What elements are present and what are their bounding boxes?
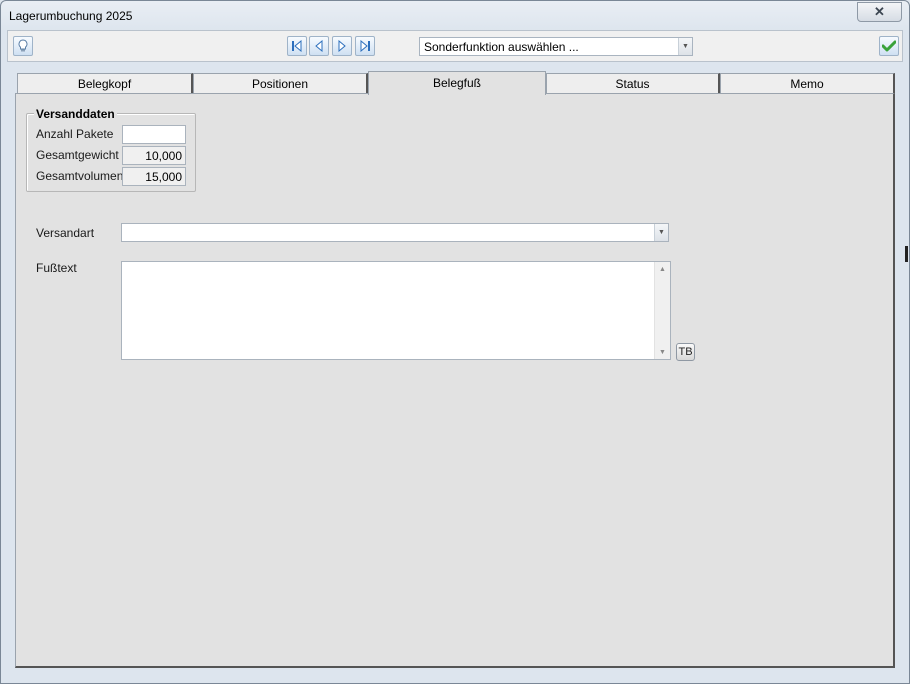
confirm-button[interactable] bbox=[879, 36, 899, 56]
tab-belegfuss[interactable]: Belegfuß bbox=[368, 71, 546, 95]
tab-label: Memo bbox=[790, 77, 824, 91]
close-icon: ✕ bbox=[874, 4, 885, 19]
main-window: Lagerumbuchung 2025 ✕ Sonderfunktion aus… bbox=[0, 0, 910, 684]
last-record-icon bbox=[360, 40, 370, 52]
next-record-button[interactable] bbox=[332, 36, 352, 56]
tab-label: Status bbox=[615, 77, 650, 91]
gesamtvolumen-label: Gesamtvolumen bbox=[36, 169, 124, 183]
anzahl-pakete-label: Anzahl Pakete bbox=[36, 127, 114, 141]
last-record-button[interactable] bbox=[355, 36, 375, 56]
tab-positionen[interactable]: Positionen bbox=[193, 73, 368, 94]
toolbar: Sonderfunktion auswählen ... ▼ bbox=[7, 30, 903, 62]
fusstext-textarea[interactable]: ▲ ▼ bbox=[121, 261, 671, 360]
next-record-icon bbox=[338, 40, 346, 52]
first-record-icon bbox=[292, 40, 302, 52]
splitter-handle[interactable] bbox=[905, 246, 908, 262]
help-button[interactable] bbox=[13, 36, 33, 56]
scroll-up-icon[interactable]: ▲ bbox=[655, 262, 670, 276]
special-function-select[interactable]: Sonderfunktion auswählen ... ▼ bbox=[419, 37, 693, 56]
anzahl-pakete-input[interactable] bbox=[122, 125, 186, 144]
special-function-value: Sonderfunktion auswählen ... bbox=[424, 40, 579, 54]
gesamtvolumen-field: 15,000 bbox=[122, 167, 186, 186]
tab-memo[interactable]: Memo bbox=[720, 73, 895, 94]
special-function-dropdown-button[interactable]: ▼ bbox=[678, 38, 692, 55]
chevron-down-icon: ▼ bbox=[682, 43, 689, 50]
gesamtgewicht-field: 10,000 bbox=[122, 146, 186, 165]
tab-belegkopf[interactable]: Belegkopf bbox=[17, 73, 193, 94]
tab-bar: Belegkopf Positionen Belegfuß Status Mem… bbox=[17, 71, 895, 95]
versandart-dropdown-button[interactable]: ▼ bbox=[654, 224, 668, 241]
textbaustein-button[interactable]: TB bbox=[676, 343, 695, 361]
fusstext-scrollbar[interactable]: ▲ ▼ bbox=[654, 262, 670, 359]
versanddaten-group: Versanddaten Anzahl Pakete Gesamtgewicht… bbox=[26, 107, 196, 192]
tab-label: Belegkopf bbox=[77, 77, 132, 91]
versandart-label: Versandart bbox=[36, 226, 95, 240]
tab-label: Belegfuß bbox=[432, 76, 482, 90]
fusstext-label: Fußtext bbox=[36, 261, 77, 275]
close-button[interactable]: ✕ bbox=[857, 2, 902, 22]
gesamtgewicht-label: Gesamtgewicht bbox=[36, 148, 119, 162]
title-bar: Lagerumbuchung 2025 ✕ bbox=[1, 1, 909, 29]
tab-panel-belegfuss: Versanddaten Anzahl Pakete Gesamtgewicht… bbox=[15, 93, 895, 668]
window-title: Lagerumbuchung 2025 bbox=[9, 9, 133, 23]
tab-label: Positionen bbox=[251, 77, 309, 91]
tab-status[interactable]: Status bbox=[546, 73, 720, 94]
first-record-button[interactable] bbox=[287, 36, 307, 56]
previous-record-icon bbox=[315, 40, 323, 52]
chevron-down-icon: ▼ bbox=[658, 229, 665, 236]
scroll-down-icon[interactable]: ▼ bbox=[655, 345, 670, 359]
versanddaten-title: Versanddaten bbox=[34, 107, 117, 121]
lightbulb-icon bbox=[18, 39, 28, 52]
previous-record-button[interactable] bbox=[309, 36, 329, 56]
versandart-select[interactable]: ▼ bbox=[121, 223, 669, 242]
checkmark-icon bbox=[882, 40, 896, 52]
